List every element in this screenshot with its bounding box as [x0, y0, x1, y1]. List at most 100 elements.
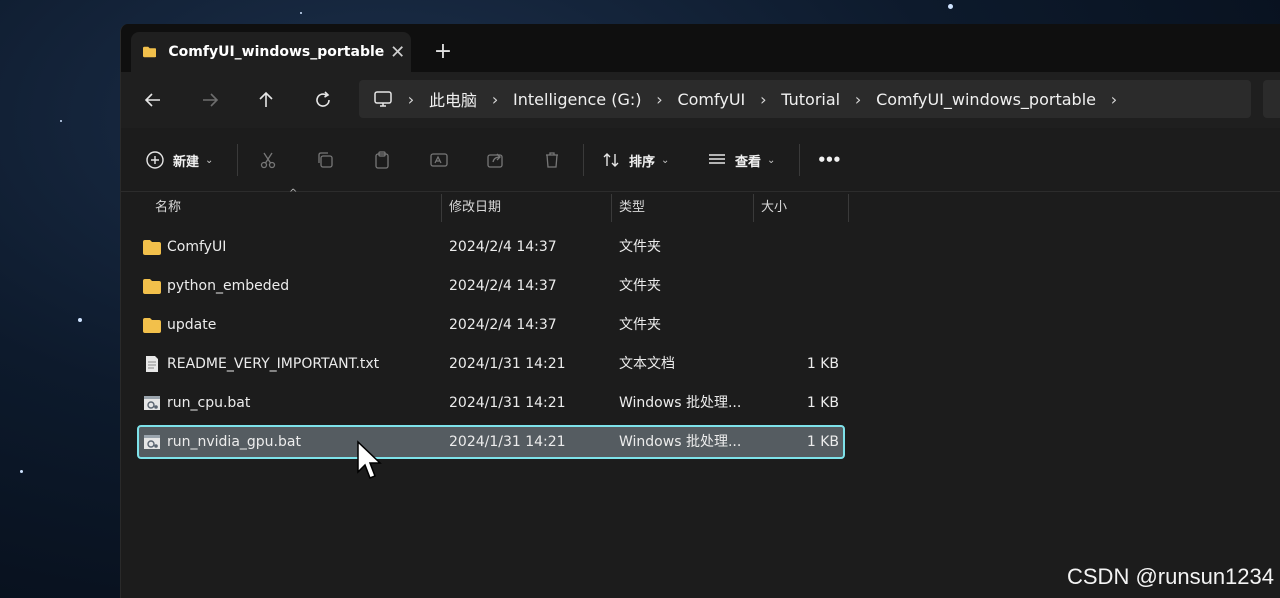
breadcrumb-separator[interactable]: › [1102, 90, 1126, 109]
column-header-size[interactable]: 大小 [753, 192, 848, 224]
file-row-comfyui[interactable]: ComfyUI 2024/2/4 14:37 文件夹 [137, 230, 845, 264]
trash-icon [546, 152, 558, 168]
arrow-left-icon [144, 93, 160, 107]
breadcrumb-drive[interactable]: Intelligence (G:) [507, 90, 647, 109]
star [948, 4, 953, 9]
search-box[interactable] [1263, 80, 1280, 118]
file-row-readme[interactable]: README_VERY_IMPORTANT.txt 2024/1/31 14:2… [137, 347, 845, 381]
chevron-down-icon: ⌄ [205, 154, 214, 166]
refresh-button[interactable] [305, 84, 341, 116]
chevron-down-icon: ⌄ [767, 154, 776, 166]
scissors-icon [260, 152, 276, 169]
file-type: 文件夹 [619, 317, 661, 333]
copy-icon [318, 152, 333, 168]
folder-icon [143, 240, 161, 255]
column-header-row: ^ 名称 修改日期 类型 大小 [121, 188, 1280, 224]
file-size [749, 269, 839, 303]
computer-icon [374, 91, 392, 107]
file-name: ComfyUI [167, 239, 227, 255]
file-name: update [167, 317, 217, 333]
watermark: CSDN @runsun1234 [1067, 564, 1274, 589]
rename-button[interactable] [429, 146, 449, 174]
column-divider[interactable] [848, 194, 849, 222]
file-row-python-embeded[interactable]: python_embeded 2024/2/4 14:37 文件夹 [137, 269, 845, 303]
column-header-name[interactable]: 名称 [147, 192, 441, 224]
file-name: README_VERY_IMPORTANT.txt [167, 356, 380, 372]
file-row-update[interactable]: update 2024/2/4 14:37 文件夹 [137, 308, 845, 342]
delete-button[interactable] [542, 146, 562, 174]
breadcrumb-separator[interactable]: › [846, 90, 870, 109]
star [78, 318, 82, 322]
close-tab-button[interactable]: ✕ [384, 42, 411, 63]
file-size [749, 230, 839, 264]
folder-icon [143, 46, 157, 58]
command-bar: 新建 ⌄ 排序 ⌄ 查看 ⌄ ••• [121, 128, 1280, 192]
file-date: 2024/2/4 14:37 [449, 317, 557, 333]
sort-button[interactable]: 排序 ⌄ [601, 146, 669, 174]
tab-comfyui-windows-portable[interactable]: ComfyUI_windows_portable ✕ [131, 32, 411, 72]
file-row-run-cpu[interactable]: run_cpu.bat 2024/1/31 14:21 Windows 批处理.… [137, 386, 845, 420]
breadcrumb-separator[interactable]: › [647, 90, 671, 109]
title-bar: ComfyUI_windows_portable ✕ + [121, 24, 1280, 72]
file-date: 2024/2/4 14:37 [449, 278, 557, 294]
file-type: Windows 批处理... [619, 434, 742, 450]
file-size: 1 KB [806, 356, 839, 372]
breadcrumb-this-pc[interactable]: 此电脑 [423, 87, 483, 111]
breadcrumb-comfyui[interactable]: ComfyUI [671, 90, 751, 109]
batch-file-icon [144, 396, 160, 410]
more-options-button[interactable]: ••• [817, 146, 842, 174]
view-button[interactable]: 查看 ⌄ [707, 146, 775, 174]
column-header-type[interactable]: 类型 [611, 192, 753, 224]
file-type: 文件夹 [619, 239, 661, 255]
chevron-down-icon: ⌄ [661, 154, 670, 166]
star [60, 120, 62, 122]
file-date: 2024/1/31 14:21 [449, 434, 566, 450]
forward-button[interactable] [192, 84, 228, 116]
tab-title: ComfyUI_windows_portable [168, 44, 385, 60]
up-button[interactable] [248, 84, 284, 116]
back-button[interactable] [135, 84, 171, 116]
folder-icon [143, 318, 161, 333]
file-type: Windows 批处理... [619, 395, 742, 411]
arrow-up-icon [259, 91, 273, 107]
share-button[interactable] [485, 146, 505, 174]
file-date: 2024/2/4 14:37 [449, 239, 557, 255]
file-date: 2024/1/31 14:21 [449, 356, 566, 372]
refresh-icon [316, 91, 330, 107]
file-size [749, 308, 839, 342]
toolbar-divider [799, 144, 800, 176]
folder-icon [143, 279, 161, 294]
new-tab-button[interactable]: + [429, 38, 457, 66]
breadcrumb-tutorial[interactable]: Tutorial [775, 90, 846, 109]
file-name: run_nvidia_gpu.bat [167, 434, 301, 450]
plus-circle-icon [146, 151, 164, 169]
file-type: 文件夹 [619, 278, 661, 294]
arrow-right-icon [203, 93, 219, 107]
view-list-icon [709, 154, 725, 164]
toolbar-divider [237, 144, 238, 176]
file-explorer-window: ComfyUI_windows_portable ✕ + › 此电脑 › Int… [120, 24, 1280, 598]
cut-button[interactable] [258, 146, 278, 174]
view-button-label: 查看 [735, 154, 762, 170]
breadcrumb-separator[interactable]: › [399, 90, 423, 109]
column-header-date[interactable]: 修改日期 [441, 192, 611, 224]
sort-button-label: 排序 [629, 154, 656, 170]
toolbar-divider [583, 144, 584, 176]
star [300, 12, 302, 14]
text-file-icon [146, 356, 158, 372]
file-row-run-nvidia-gpu[interactable]: run_nvidia_gpu.bat 2024/1/31 14:21 Windo… [137, 425, 845, 459]
file-type: 文本文档 [619, 356, 675, 372]
breadcrumb-separator[interactable]: › [751, 90, 775, 109]
address-bar[interactable]: › 此电脑 › Intelligence (G:) › ComfyUI › Tu… [359, 80, 1251, 118]
rename-icon [430, 153, 448, 167]
paste-button[interactable] [372, 146, 392, 174]
batch-file-icon [144, 435, 160, 449]
breadcrumb-separator[interactable]: › [483, 90, 507, 109]
sort-icon [603, 153, 619, 167]
new-button-label: 新建 [173, 154, 200, 170]
file-size: 1 KB [806, 434, 839, 450]
file-name: python_embeded [167, 278, 290, 294]
copy-button[interactable] [315, 146, 335, 174]
breadcrumb-current-folder[interactable]: ComfyUI_windows_portable [870, 90, 1102, 109]
new-button[interactable]: 新建 ⌄ [145, 146, 213, 174]
